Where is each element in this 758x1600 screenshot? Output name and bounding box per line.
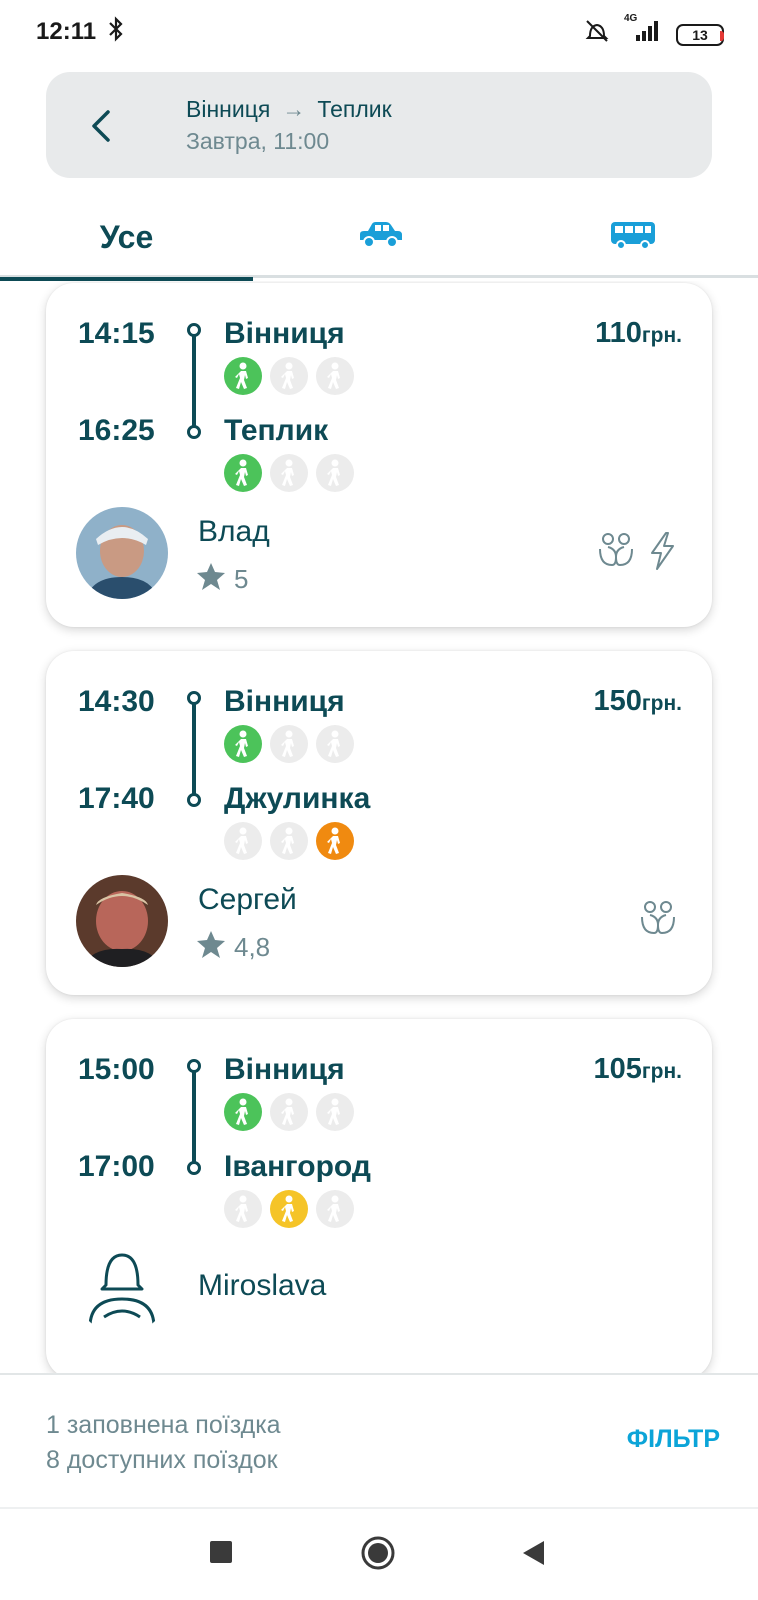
arrive-seats bbox=[224, 822, 354, 860]
passenger-icon bbox=[316, 1190, 354, 1228]
passenger-icon bbox=[316, 822, 354, 860]
passenger-icon bbox=[316, 454, 354, 492]
arrive-city: Теплик bbox=[224, 414, 329, 447]
price-value: 110 bbox=[595, 317, 642, 349]
passenger-icon bbox=[270, 1093, 308, 1131]
passenger-icon bbox=[270, 725, 308, 763]
route-timeline bbox=[186, 323, 202, 439]
passenger-icon bbox=[316, 1093, 354, 1131]
depart-city: Вінниця bbox=[224, 1053, 345, 1086]
driver-rating: 5 bbox=[196, 561, 248, 598]
avatar[interactable] bbox=[76, 875, 168, 967]
route-timeline bbox=[186, 691, 202, 807]
depart-seats bbox=[224, 357, 354, 395]
results-summary: 1 заповнена поїздка 8 доступних поїздок … bbox=[0, 1373, 758, 1509]
tab-all[interactable]: Усе bbox=[0, 196, 253, 281]
depart-city: Вінниця bbox=[224, 685, 345, 718]
status-time: 12:11 bbox=[36, 18, 97, 45]
home-icon[interactable] bbox=[360, 1535, 396, 1576]
depart-time: 15:00 bbox=[78, 1053, 155, 1086]
driver-name: Сергей bbox=[198, 883, 297, 916]
depart-time: 14:15 bbox=[78, 317, 155, 350]
depart-time: 14:30 bbox=[78, 685, 155, 718]
arrive-time: 17:40 bbox=[78, 782, 155, 815]
trip-card[interactable]: 15:00 Вінниця 105грн. 17:00 Івангород Mi… bbox=[46, 1019, 712, 1373]
transport-tabs: Усе bbox=[0, 196, 758, 281]
trip-features bbox=[596, 531, 678, 576]
default-avatar-icon[interactable] bbox=[76, 1243, 168, 1335]
trip-card[interactable]: 14:15 Вінниця 110грн. 16:25 Теплик Влад … bbox=[46, 283, 712, 627]
system-nav-bar bbox=[0, 1511, 758, 1600]
driver-name: Miroslava bbox=[198, 1269, 327, 1302]
available-trips-count: 8 доступних поїздок bbox=[46, 1446, 278, 1474]
price-value: 150 bbox=[593, 685, 642, 717]
driver-name: Влад bbox=[198, 515, 270, 548]
passenger-icon bbox=[270, 822, 308, 860]
price-unit: грн. bbox=[641, 324, 682, 347]
trip-price: 150грн. bbox=[594, 685, 682, 718]
trip-card[interactable]: 14:30 Вінниця 150грн. 17:40 Джулинка Сер… bbox=[46, 651, 712, 995]
route-to: Теплик bbox=[317, 96, 392, 122]
route-from: Вінниця bbox=[186, 96, 271, 122]
price-unit: грн. bbox=[641, 692, 682, 715]
depart-seats bbox=[224, 1093, 354, 1131]
rating-value: 5 bbox=[234, 564, 249, 594]
battery-icon: 13 bbox=[676, 23, 724, 46]
price-unit: грн. bbox=[641, 1060, 682, 1083]
depart-city: Вінниця bbox=[224, 317, 345, 350]
passenger-icon bbox=[224, 357, 262, 395]
mute-icon bbox=[584, 18, 610, 51]
trip-features bbox=[638, 899, 678, 944]
tab-car[interactable] bbox=[253, 196, 506, 278]
route-search-box[interactable]: Вінниця → Теплик Завтра, 11:00 bbox=[46, 72, 712, 178]
star-icon bbox=[196, 929, 226, 966]
trip-price: 105грн. bbox=[594, 1053, 682, 1086]
trip-price: 110грн. bbox=[595, 317, 682, 350]
star-icon bbox=[196, 561, 226, 598]
tab-bus[interactable] bbox=[506, 196, 758, 278]
driver-rating: 4,8 bbox=[196, 929, 270, 966]
back-arrow-icon[interactable] bbox=[88, 106, 116, 146]
arrive-city: Івангород bbox=[224, 1150, 371, 1183]
max-2-back-icon bbox=[638, 899, 678, 944]
price-value: 105 bbox=[593, 1053, 642, 1085]
back-icon[interactable] bbox=[520, 1539, 546, 1572]
filter-button[interactable]: ФІЛЬТР bbox=[627, 1425, 720, 1454]
passenger-icon bbox=[224, 822, 262, 860]
signal-icon: 4G bbox=[624, 13, 662, 50]
passenger-icon bbox=[270, 1190, 308, 1228]
rating-value: 4,8 bbox=[234, 932, 271, 962]
route-date: Завтра, 11:00 bbox=[186, 128, 330, 154]
depart-seats bbox=[224, 725, 354, 763]
passenger-icon bbox=[270, 357, 308, 395]
recent-apps-icon[interactable] bbox=[208, 1539, 234, 1570]
trip-list[interactable]: 14:15 Вінниця 110грн. 16:25 Теплик Влад … bbox=[0, 281, 758, 1373]
passenger-icon bbox=[270, 454, 308, 492]
network-type: 4G bbox=[624, 13, 638, 24]
arrive-time: 16:25 bbox=[78, 414, 155, 447]
bus-icon bbox=[609, 219, 657, 256]
route-arrow-icon: → bbox=[282, 96, 306, 122]
car-icon bbox=[356, 220, 404, 255]
passenger-icon bbox=[224, 454, 262, 492]
passenger-icon bbox=[224, 725, 262, 763]
filled-trips-count: 1 заповнена поїздка bbox=[46, 1411, 281, 1439]
passenger-icon bbox=[316, 357, 354, 395]
route-cities: Вінниця → Теплик bbox=[186, 96, 392, 123]
status-bar: 12:11 4G 13 bbox=[0, 0, 758, 64]
battery-level: 13 bbox=[692, 26, 708, 43]
passenger-icon bbox=[224, 1190, 262, 1228]
passenger-icon bbox=[224, 1093, 262, 1131]
arrive-time: 17:00 bbox=[78, 1150, 155, 1183]
arrive-seats bbox=[224, 454, 354, 492]
avatar[interactable] bbox=[76, 507, 168, 599]
bluetooth-icon bbox=[108, 15, 124, 49]
arrive-city: Джулинка bbox=[224, 782, 371, 815]
route-timeline bbox=[186, 1059, 202, 1175]
max-2-back-icon bbox=[596, 531, 636, 576]
instant-booking-icon bbox=[646, 531, 678, 576]
arrive-seats bbox=[224, 1190, 354, 1228]
passenger-icon bbox=[316, 725, 354, 763]
